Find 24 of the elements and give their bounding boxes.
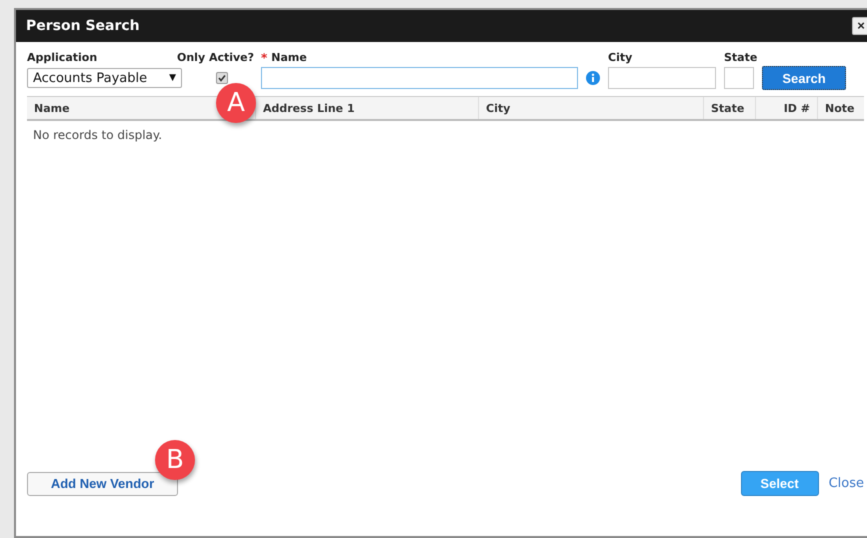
empty-message: No records to display. (32, 127, 164, 144)
column-header[interactable]: Address Line 1 (263, 102, 355, 114)
column-header[interactable]: Name (34, 102, 70, 114)
column-header[interactable]: State (711, 102, 744, 114)
active-checkbox[interactable] (216, 72, 228, 84)
state-input-field[interactable] (724, 67, 754, 89)
city-input-field[interactable] (608, 67, 716, 89)
close-button[interactable]: × (852, 17, 867, 35)
field-label: Name (271, 51, 307, 65)
column-header[interactable]: ID # (784, 102, 810, 114)
window-title: Person Search (26, 18, 140, 34)
name-input-field[interactable] (261, 67, 578, 89)
application-dropdown[interactable]: Accounts Payable ▼ (27, 68, 182, 88)
close-link[interactable]: Close (828, 476, 864, 491)
info-icon[interactable] (586, 71, 600, 85)
required-mark: * (261, 51, 268, 65)
add-vendor-button[interactable]: Add New Vendor (27, 472, 178, 496)
search-button[interactable]: Search (762, 66, 846, 90)
column-header[interactable]: Note (825, 102, 854, 114)
field-label: State (724, 51, 758, 65)
field-label: Application (27, 51, 98, 65)
field-label: Only Active? (177, 51, 254, 65)
field-label: City (608, 51, 632, 65)
column-header[interactable]: City (486, 102, 510, 114)
